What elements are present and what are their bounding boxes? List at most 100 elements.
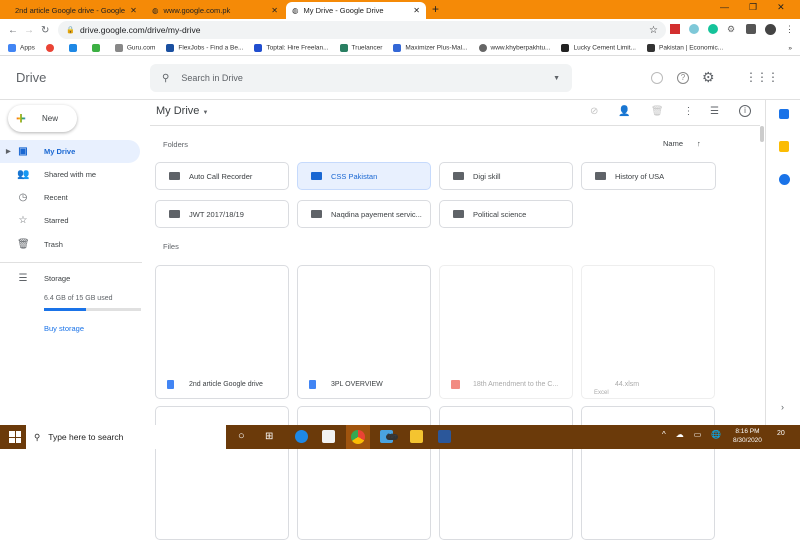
file-card[interactable]: Excel 44.xlsm xyxy=(581,265,715,399)
extension-icon[interactable] xyxy=(689,24,699,34)
sidebar-item-starred[interactable]: ☆ Starred xyxy=(0,209,140,232)
network-icon[interactable]: ☁ xyxy=(676,430,684,439)
file-card[interactable]: 18th Amendment to the C... xyxy=(439,265,573,399)
scrollbar[interactable] xyxy=(760,126,764,142)
folder-item[interactable]: History of USA xyxy=(581,162,716,190)
back-icon[interactable]: ← xyxy=(8,25,18,36)
storage-bar xyxy=(44,308,141,311)
more-actions-icon[interactable]: ⋮ xyxy=(684,106,694,117)
bookmark-khyber[interactable]: www.khyberpakhtu... xyxy=(478,44,550,52)
bookmark-icon[interactable] xyxy=(45,44,58,52)
sort-by-name[interactable]: Name ↑ xyxy=(663,139,701,148)
file-explorer-icon[interactable] xyxy=(410,430,423,443)
folder-item[interactable]: Political science xyxy=(439,200,573,228)
new-tab-button[interactable]: + xyxy=(432,2,439,16)
windows-start-icon[interactable] xyxy=(9,431,21,443)
tasks-icon[interactable] xyxy=(779,174,790,185)
hide-link-icon[interactable]: ⊘ xyxy=(590,106,598,117)
divider xyxy=(0,262,142,263)
bookmark-icon[interactable] xyxy=(68,44,81,52)
word-icon[interactable] xyxy=(438,430,451,443)
reload-icon[interactable]: ↻ xyxy=(41,25,49,36)
offline-ready-icon[interactable] xyxy=(651,72,663,84)
battery-icon[interactable]: ▭ xyxy=(694,430,702,439)
bookmark-lucky-cement[interactable]: Lucky Cement Limit... xyxy=(561,44,636,52)
cortana-icon[interactable]: ○ xyxy=(238,430,245,442)
puzzle-icon[interactable] xyxy=(746,24,756,34)
restore-icon[interactable]: ❐ xyxy=(749,2,757,13)
folder-item[interactable]: Auto Call Recorder xyxy=(155,162,289,190)
new-button[interactable]: + New xyxy=(8,105,77,132)
settings-icon[interactable]: ⚙ xyxy=(702,69,715,86)
bookmark-toptal[interactable]: Toptal: Hire Freelan... xyxy=(254,44,329,52)
edge-icon[interactable] xyxy=(295,430,308,443)
close-icon[interactable]: ✕ xyxy=(777,2,785,13)
keep-icon[interactable] xyxy=(779,141,789,152)
toolbar: ⊘ 👤 🗑 ⋮ xyxy=(590,106,694,117)
close-tab-icon[interactable]: ✕ xyxy=(130,6,137,15)
tab-1[interactable]: 2nd article Google drive - Google ✕ xyxy=(4,2,142,19)
sidebar-item-recent[interactable]: ◷ Recent xyxy=(0,186,140,209)
notifications-icon[interactable]: 20 xyxy=(777,430,785,437)
bookmark-guru[interactable]: Guru.com xyxy=(114,44,155,52)
bookmark-icon[interactable] xyxy=(91,44,104,52)
store-icon[interactable] xyxy=(322,430,335,443)
file-card[interactable]: 2nd article Google drive xyxy=(155,265,289,399)
apps-grid-icon[interactable]: ⋮⋮⋮ xyxy=(745,70,779,84)
chrome-taskbar-button[interactable] xyxy=(346,425,370,449)
arrow-up-icon[interactable]: ↑ xyxy=(697,139,701,148)
expand-panel-icon[interactable]: › xyxy=(781,402,784,412)
more-bookmarks[interactable]: » xyxy=(788,45,792,52)
list-view-icon[interactable]: ☰ xyxy=(710,106,719,117)
minimize-icon[interactable]: — xyxy=(720,2,729,13)
tab-3[interactable]: ◍ My Drive - Google Drive ✕ xyxy=(286,2,426,19)
tab-2[interactable]: ◍ www.google.com.pk ✕ xyxy=(146,2,284,19)
bookmark-flexjobs[interactable]: FlexJobs - Find a Be... xyxy=(166,44,243,52)
help-icon[interactable]: ? xyxy=(677,72,689,84)
file-card[interactable]: 3PL OVERVIEW xyxy=(297,265,431,399)
chevron-up-icon[interactable]: ^ xyxy=(662,430,666,439)
folder-item[interactable]: Naqdina payement servic... xyxy=(297,200,431,228)
url-input[interactable]: 🔒 drive.google.com/drive/my-drive ☆ xyxy=(58,21,666,39)
search-input[interactable]: ⚲ Search in Drive ▼ xyxy=(150,64,572,92)
sidebar-item-storage[interactable]: ☰ Storage xyxy=(0,267,140,290)
profile-avatar[interactable] xyxy=(765,24,776,35)
forward-icon[interactable]: → xyxy=(24,25,34,36)
bookmark-pakistan[interactable]: Pakistan | Economic... xyxy=(646,44,723,52)
bookmark-apps[interactable]: Apps xyxy=(8,44,35,52)
bookmark-maximizer[interactable]: Maximizer Plus-Mal... xyxy=(393,44,468,52)
calendar-icon[interactable] xyxy=(779,109,789,119)
task-view-icon[interactable]: ⊞ xyxy=(265,431,273,442)
taskbar-search-input[interactable]: ⚲ Type here to search xyxy=(26,425,226,449)
my-drive-title[interactable]: My Drive ▼ xyxy=(156,105,208,117)
folder-item[interactable]: CSS Pakistan xyxy=(297,162,431,190)
folder-item[interactable]: Digi skill xyxy=(439,162,573,190)
bookmark-star-icon[interactable]: ☆ xyxy=(649,25,658,36)
folder-item[interactable]: JWT 2017/18/19 xyxy=(155,200,289,228)
shared-folder-icon xyxy=(169,210,180,218)
language-icon[interactable]: 🌐 xyxy=(711,430,721,439)
bookmark-truelancer[interactable]: Truelancer xyxy=(339,44,382,52)
sidebar-item-my-drive[interactable]: ▶ ▣ My Drive xyxy=(0,140,140,163)
clock[interactable]: 8:16 PM 8/30/2020 xyxy=(733,427,762,445)
delete-icon[interactable]: 🗑 xyxy=(651,106,664,117)
close-tab-icon[interactable]: ✕ xyxy=(413,6,420,15)
settings-extension-icon[interactable]: ⚙ xyxy=(727,24,737,34)
pdf-icon xyxy=(451,380,460,389)
sidebar-item-shared[interactable]: 👥 Shared with me xyxy=(0,163,140,186)
sidebar-item-trash[interactable]: 🗑 Trash xyxy=(0,233,140,256)
search-options-icon[interactable]: ▼ xyxy=(553,75,560,82)
storage-bar-fill xyxy=(44,308,86,311)
info-icon[interactable]: i xyxy=(739,105,751,117)
mail-icon[interactable]: 99+ xyxy=(380,430,399,443)
drive-logo[interactable]: Drive xyxy=(16,70,46,85)
folder-icon xyxy=(453,172,464,180)
grammarly-icon[interactable] xyxy=(708,24,718,34)
expand-arrow-icon[interactable]: ▶ xyxy=(6,148,11,155)
extension-icon[interactable] xyxy=(670,24,680,34)
divider xyxy=(150,125,760,126)
share-icon[interactable]: 👤 xyxy=(618,106,630,117)
buy-storage-link[interactable]: Buy storage xyxy=(44,324,84,333)
menu-kebab-icon[interactable]: ⋮ xyxy=(785,24,794,35)
close-tab-icon[interactable]: ✕ xyxy=(271,6,278,15)
